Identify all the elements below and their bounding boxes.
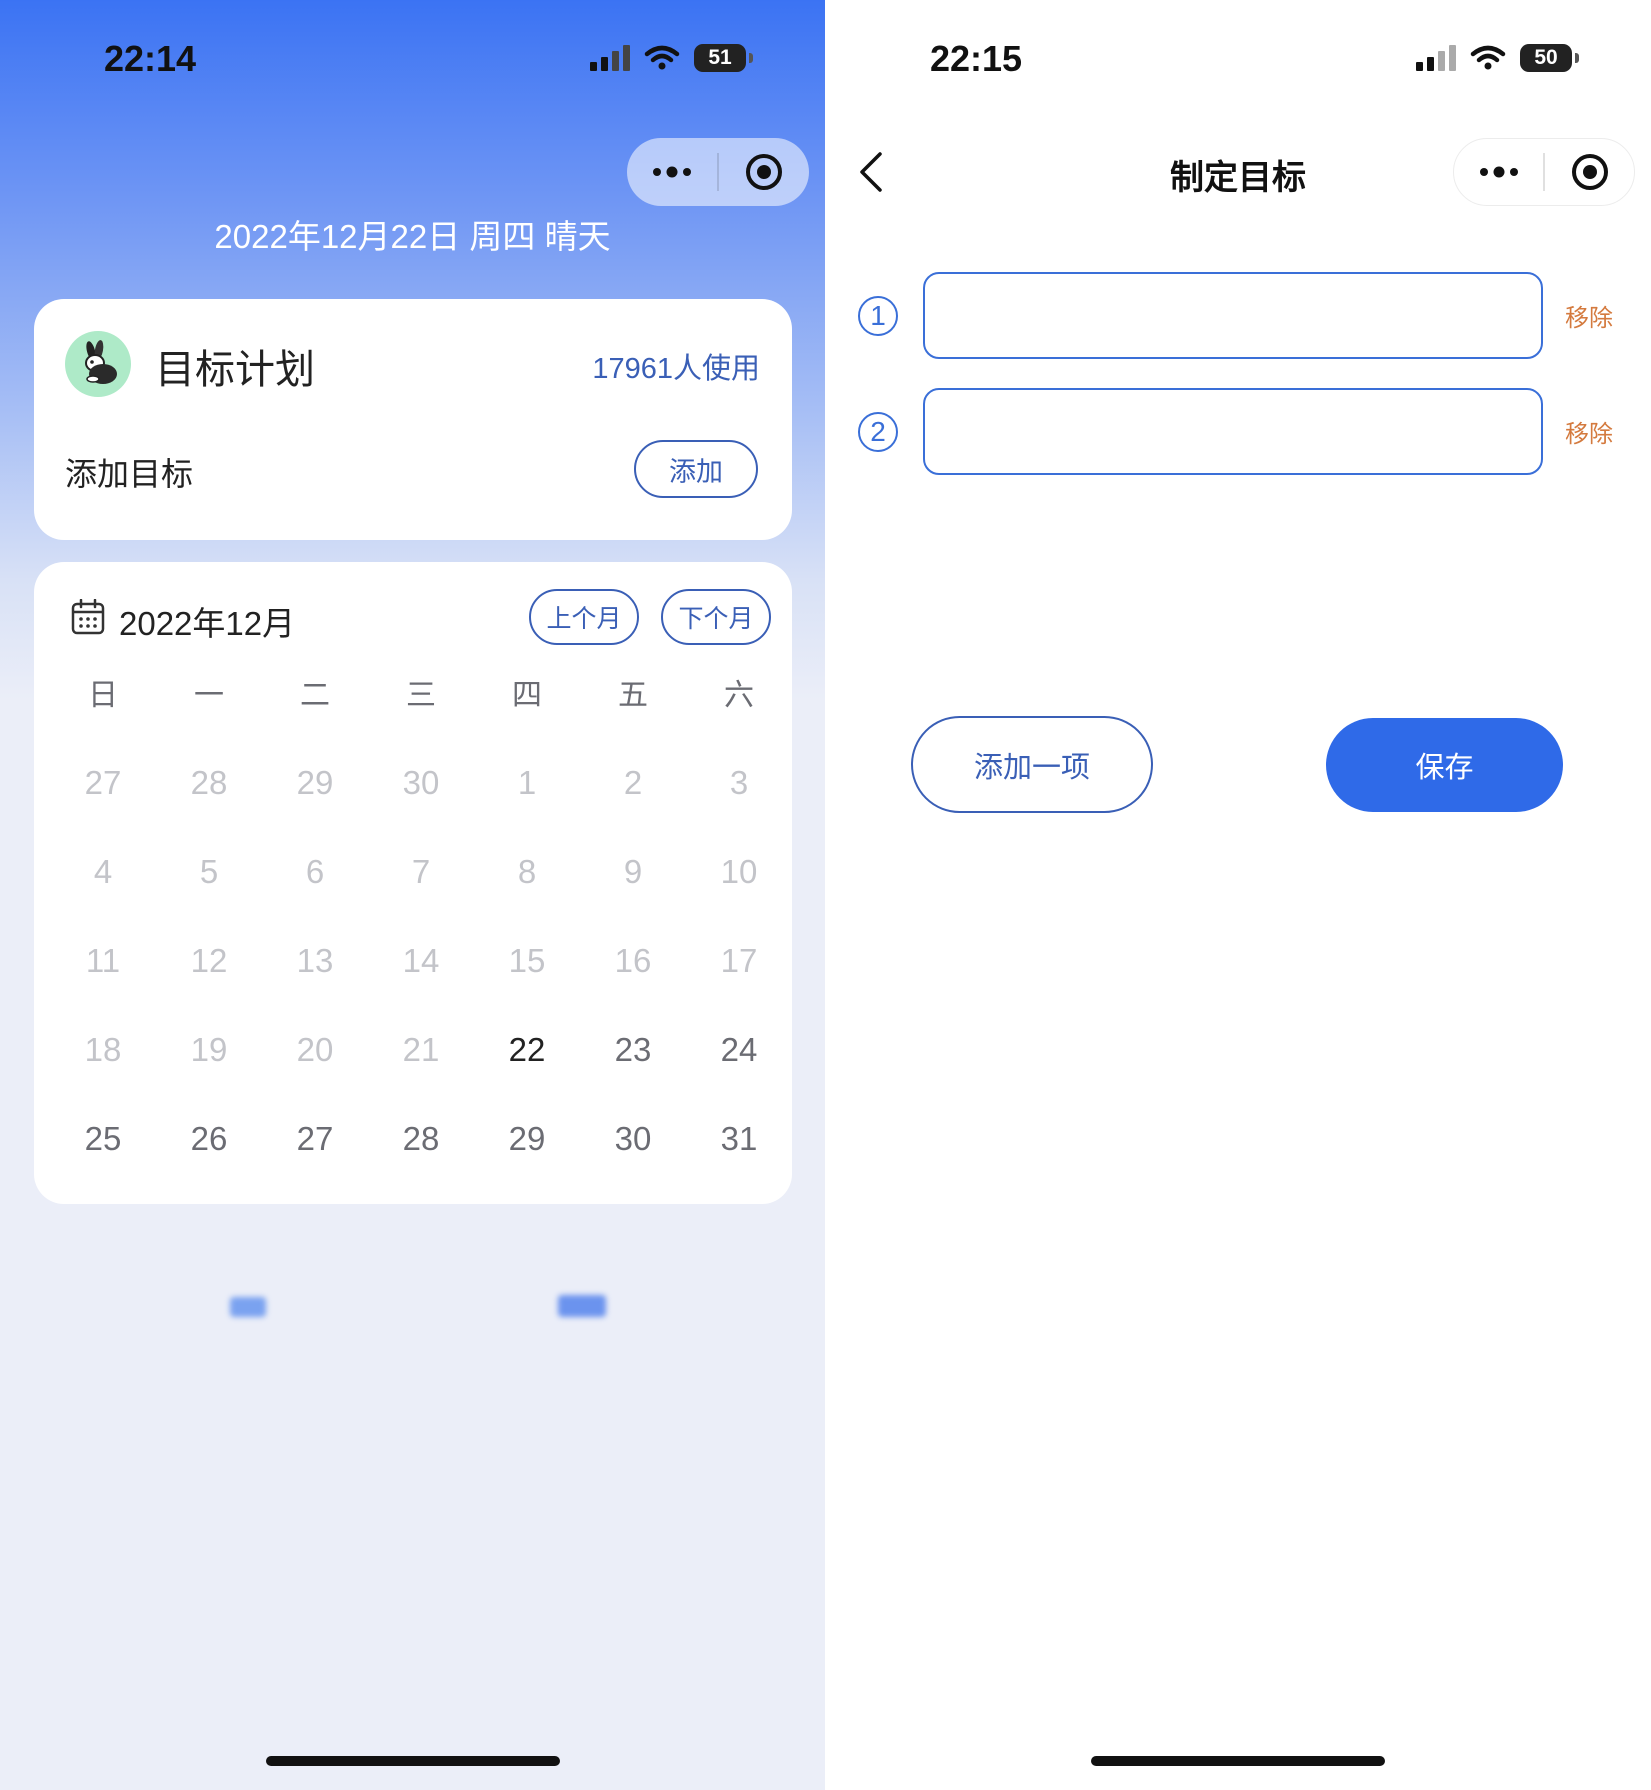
blurred-decoration: [558, 1295, 606, 1317]
calendar-day[interactable]: 27: [262, 1094, 368, 1183]
weekday-label: 三: [406, 678, 436, 713]
more-dots-icon: [1479, 166, 1518, 178]
blurred-decoration: [230, 1297, 266, 1317]
calendar-day[interactable]: 1: [474, 738, 580, 827]
calendar-day[interactable]: 3: [686, 738, 792, 827]
rabbit-icon: [85, 340, 117, 384]
calendar-card: 2022年12月 上个月 下个月 日 一 二 三 四 五 六 27 28 29 …: [34, 562, 792, 1204]
calendar-day[interactable]: 14: [368, 916, 474, 1005]
calendar-days-grid: 27 28 29 30 1 2 3 4 5 6 7 8 9 10 11 12 1…: [50, 738, 792, 1183]
calendar-day[interactable]: 2: [580, 738, 686, 827]
calendar-day[interactable]: 24: [686, 1005, 792, 1094]
add-goal-label: 添加目标: [65, 455, 194, 493]
goal-input-1[interactable]: [923, 272, 1543, 359]
signal-icon: [1416, 45, 1456, 71]
calendar-day[interactable]: 26: [156, 1094, 262, 1183]
weekday-label: 六: [724, 678, 754, 713]
save-button[interactable]: 保存: [1326, 718, 1563, 812]
calendar-day[interactable]: 12: [156, 916, 262, 1005]
add-button[interactable]: 添加: [634, 440, 758, 498]
calendar-day[interactable]: 6: [262, 827, 368, 916]
calendar-day[interactable]: 10: [686, 827, 792, 916]
signal-icon: [590, 45, 630, 71]
calendar-day[interactable]: 29: [474, 1094, 580, 1183]
target-icon: [1571, 154, 1608, 190]
calendar-day[interactable]: 30: [580, 1094, 686, 1183]
calendar-month-title: 2022年12月: [119, 605, 296, 642]
remove-goal-2-button[interactable]: 移除: [1565, 414, 1613, 449]
wifi-icon: [1470, 45, 1506, 70]
miniprogram-capsule: [1453, 138, 1635, 206]
remove-goal-1-button[interactable]: 移除: [1565, 298, 1613, 333]
close-miniprogram-button[interactable]: [1545, 138, 1634, 206]
user-count: 17961人使用: [592, 353, 760, 385]
battery-icon: 50: [1520, 44, 1579, 72]
status-time: 22:15: [930, 38, 1023, 79]
calendar-day[interactable]: 31: [686, 1094, 792, 1183]
calendar-day[interactable]: 16: [580, 916, 686, 1005]
goal-input-2[interactable]: [923, 388, 1543, 475]
home-indicator: [266, 1756, 560, 1766]
add-item-button[interactable]: 添加一项: [911, 716, 1153, 813]
close-miniprogram-button[interactable]: [719, 138, 809, 206]
calendar-day[interactable]: 17: [686, 916, 792, 1005]
calendar-day[interactable]: 8: [474, 827, 580, 916]
calendar-day[interactable]: 28: [368, 1094, 474, 1183]
date-weather-line: 2022年12月22日 周四 晴天: [214, 218, 611, 255]
calendar-day[interactable]: 28: [156, 738, 262, 827]
calendar-day[interactable]: 9: [580, 827, 686, 916]
avatar: [65, 331, 131, 397]
home-indicator: [1091, 1756, 1385, 1766]
status-time: 22:14: [104, 38, 197, 79]
status-icons: 50: [1416, 44, 1579, 72]
calendar-day[interactable]: 19: [156, 1005, 262, 1094]
right-screen: 22:15 50 制定目标 1 移除 2 移除 添加一项 保存: [825, 0, 1651, 1790]
calendar-day-today[interactable]: 22: [474, 1005, 580, 1094]
calendar-day[interactable]: 4: [50, 827, 156, 916]
left-screen: 22:14 51 2022年12月22日 周四 晴天 目标计划 17961人使用…: [0, 0, 825, 1790]
calendar-day[interactable]: 27: [50, 738, 156, 827]
prev-month-button[interactable]: 上个月: [529, 589, 639, 645]
calendar-day[interactable]: 13: [262, 916, 368, 1005]
calendar-day[interactable]: 15: [474, 916, 580, 1005]
weekday-label: 一: [194, 678, 224, 713]
plan-title: 目标计划: [155, 347, 315, 393]
calendar-day[interactable]: 25: [50, 1094, 156, 1183]
status-icons: 51: [590, 44, 753, 72]
weekday-label: 二: [300, 678, 330, 713]
target-icon: [746, 154, 782, 190]
calendar-day[interactable]: 29: [262, 738, 368, 827]
next-month-button[interactable]: 下个月: [661, 589, 771, 645]
more-button[interactable]: [627, 138, 717, 206]
calendar-day[interactable]: 30: [368, 738, 474, 827]
calendar-day[interactable]: 23: [580, 1005, 686, 1094]
battery-icon: 51: [694, 44, 753, 72]
goal-number-badge: 1: [858, 296, 898, 336]
miniprogram-capsule: [627, 138, 809, 206]
calendar-icon: [71, 599, 105, 635]
weekday-label: 日: [88, 678, 118, 713]
weekday-label: 四: [512, 678, 542, 713]
calendar-day[interactable]: 21: [368, 1005, 474, 1094]
wifi-icon: [644, 45, 680, 70]
plan-card: 目标计划 17961人使用 添加目标 添加: [34, 299, 792, 540]
weekday-label: 五: [618, 678, 648, 713]
more-dots-icon: [653, 166, 691, 178]
goal-number-badge: 2: [858, 412, 898, 452]
calendar-day[interactable]: 11: [50, 916, 156, 1005]
calendar-day[interactable]: 20: [262, 1005, 368, 1094]
calendar-day[interactable]: 18: [50, 1005, 156, 1094]
more-button[interactable]: [1454, 138, 1543, 206]
calendar-day[interactable]: 7: [368, 827, 474, 916]
weekday-header: 日 一 二 三 四 五 六: [50, 654, 792, 730]
calendar-day[interactable]: 5: [156, 827, 262, 916]
